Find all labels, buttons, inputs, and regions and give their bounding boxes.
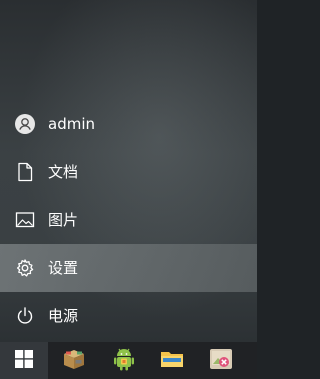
- taskbar-app-android[interactable]: [102, 342, 146, 379]
- user-avatar-icon: [14, 113, 36, 135]
- menu-item-documents[interactable]: 文档: [0, 148, 257, 196]
- file-explorer-icon: [160, 349, 184, 373]
- menu-item-power[interactable]: 电源: [0, 292, 257, 340]
- taskbar: [0, 342, 257, 379]
- menu-label-pictures: 图片: [48, 211, 79, 229]
- windows-logo-icon: [15, 349, 33, 372]
- picture-icon: [14, 209, 36, 231]
- gear-icon: [14, 257, 36, 279]
- menu-item-settings[interactable]: 设置: [0, 244, 257, 292]
- taskbar-app-explorer[interactable]: [150, 342, 194, 379]
- menu-item-user[interactable]: admin: [0, 100, 257, 148]
- box-app-icon: [62, 348, 86, 374]
- taskbar-app-box[interactable]: [52, 342, 96, 379]
- start-menu-panel: admin 文档 图片 设置 电源: [0, 0, 257, 342]
- document-icon: [14, 161, 36, 183]
- photo-app-icon: [209, 347, 233, 375]
- start-button[interactable]: [0, 342, 48, 379]
- power-icon: [14, 305, 36, 327]
- menu-item-pictures[interactable]: 图片: [0, 196, 257, 244]
- menu-label-user: admin: [48, 115, 95, 133]
- android-app-icon: [112, 346, 136, 376]
- menu-label-power: 电源: [48, 307, 79, 325]
- menu-label-settings: 设置: [48, 259, 79, 277]
- menu-label-documents: 文档: [48, 163, 79, 181]
- taskbar-app-photo[interactable]: [199, 342, 243, 379]
